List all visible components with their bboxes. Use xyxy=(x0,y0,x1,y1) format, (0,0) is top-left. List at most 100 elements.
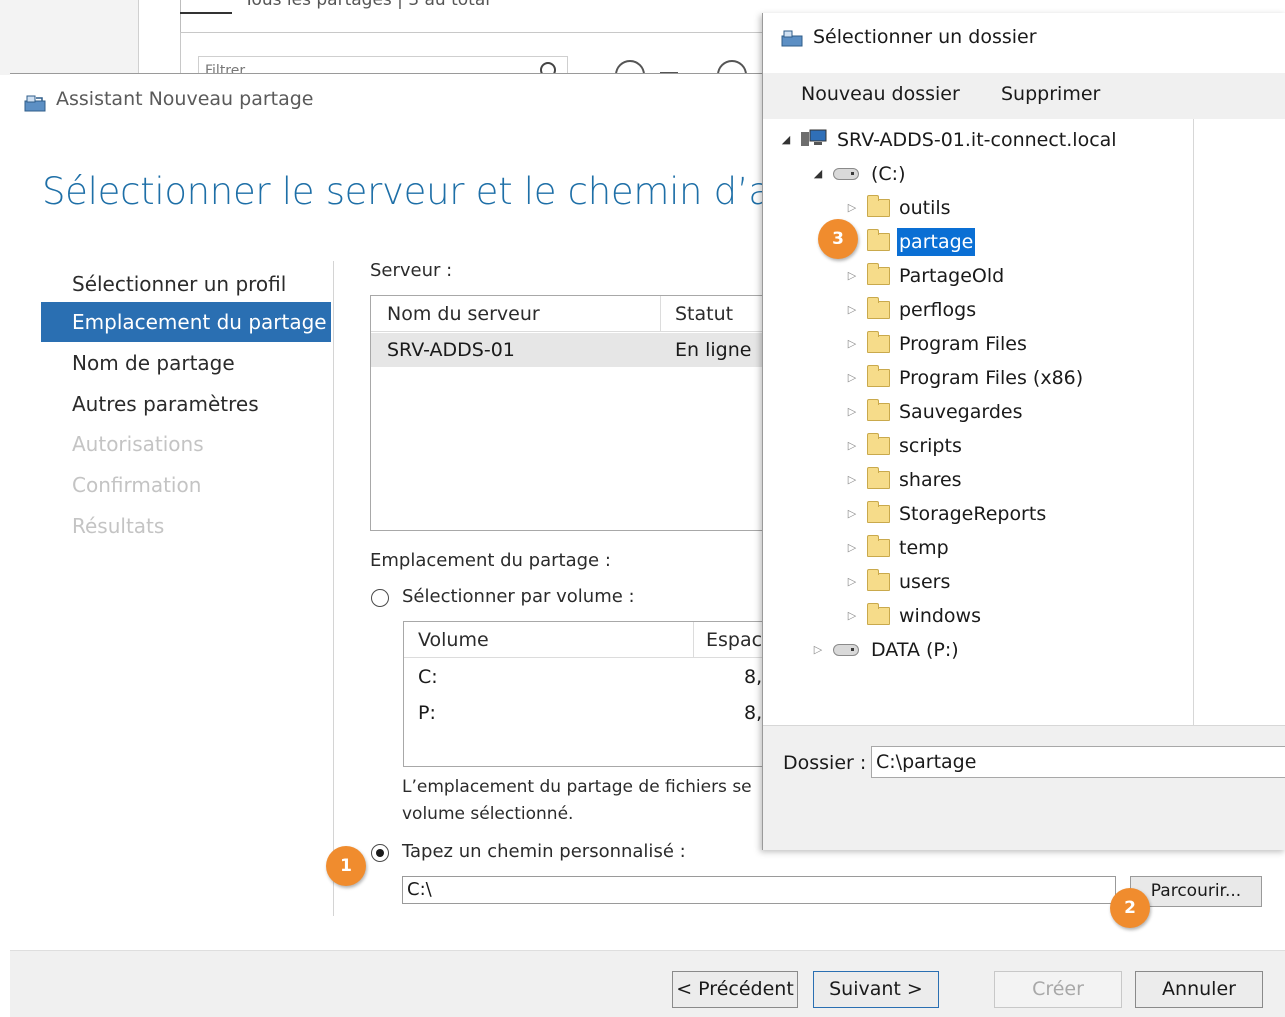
folder-label: partage xyxy=(897,228,976,256)
dialog-bottom-bar: Dossier : C:\partage xyxy=(763,725,1285,850)
dialog-toolbar: Nouveau dossier Supprimer xyxy=(763,73,1285,119)
folder-label: Program Files xyxy=(899,333,1027,355)
computer-icon xyxy=(801,129,827,146)
wizard-footer: < Précédent Suivant > Créer Annuler xyxy=(10,950,1285,1017)
share-location-label: Emplacement du partage : xyxy=(370,550,611,571)
page-title: Sélectionner le serveur et le chemin d’a… xyxy=(42,170,834,213)
expand-arrow-icon[interactable]: ▷ xyxy=(845,466,859,494)
select-folder-dialog: Sélectionner un dossier Nouveau dossier … xyxy=(762,13,1285,850)
cancel-button[interactable]: Annuler xyxy=(1135,971,1263,1008)
collapse-arrow-icon[interactable]: ◢ xyxy=(779,126,793,154)
folder-icon xyxy=(867,263,890,285)
expand-arrow-icon[interactable]: ▷ xyxy=(845,194,859,222)
folder-icon xyxy=(867,195,890,217)
folder-icon xyxy=(867,229,890,251)
server-manager-left-pane xyxy=(0,0,139,75)
nav-item-share-name[interactable]: Nom de partage xyxy=(41,343,331,383)
folder-icon xyxy=(867,535,890,557)
callout-2: 2 xyxy=(1110,888,1150,928)
radio-select-by-volume[interactable] xyxy=(371,589,389,607)
tile-header-line xyxy=(180,12,232,14)
previous-button[interactable]: < Précédent xyxy=(672,971,798,1008)
folder-label: scripts xyxy=(899,435,962,457)
expand-arrow-icon[interactable]: ▷ xyxy=(811,636,825,664)
folder-icon xyxy=(867,399,890,421)
tree-node-drive-c-label: (C:) xyxy=(871,163,906,185)
expand-arrow-icon[interactable]: ▷ xyxy=(845,568,859,596)
volume-space-cell-p: 8, xyxy=(744,702,763,724)
volume-cell-p[interactable]: P: xyxy=(404,696,436,730)
expand-arrow-icon[interactable]: ▷ xyxy=(845,364,859,392)
folder-label: StorageReports xyxy=(899,503,1047,525)
folder-label: users xyxy=(899,571,951,593)
column-header-server-name[interactable]: Nom du serveur xyxy=(371,296,661,332)
expand-arrow-icon[interactable]: ▷ xyxy=(845,534,859,562)
folder-label: temp xyxy=(899,537,949,559)
folder-icon xyxy=(867,467,890,489)
folder-tree: ◢ SRV-ADDS-01.it-connect.local ◢ (C:) ▷ o… xyxy=(763,119,1194,725)
expand-arrow-icon[interactable]: ▷ xyxy=(845,262,859,290)
expand-arrow-icon[interactable]: ▷ xyxy=(845,398,859,426)
folder-icon xyxy=(867,501,890,523)
server-label: Serveur : xyxy=(370,260,453,281)
delete-button[interactable]: Supprimer xyxy=(1001,83,1100,105)
expand-arrow-icon[interactable]: ▷ xyxy=(845,296,859,324)
volume-table: Volume Espace C: 8, P: 8, xyxy=(403,621,785,767)
folder-icon xyxy=(867,569,890,591)
radio-select-by-volume-label: Sélectionner par volume : xyxy=(402,586,635,607)
server-status-cell: En ligne xyxy=(675,339,752,361)
collapse-arrow-icon[interactable]: ◢ xyxy=(811,160,825,188)
server-name-cell: SRV-ADDS-01 xyxy=(387,339,515,361)
new-folder-button[interactable]: Nouveau dossier xyxy=(801,83,960,105)
tree-node-server-label: SRV-ADDS-01.it-connect.local xyxy=(837,129,1117,151)
custom-path-input[interactable]: C:\ xyxy=(402,876,1116,904)
volume-description: L’emplacement du partage de fichiers se … xyxy=(402,774,782,828)
folder-icon xyxy=(867,297,890,319)
folder-icon xyxy=(867,433,890,455)
nav-item-confirmation: Confirmation xyxy=(72,473,202,497)
share-wizard-icon xyxy=(24,95,46,112)
drive-icon xyxy=(833,644,859,656)
nav-item-results: Résultats xyxy=(72,514,165,538)
volume-cell-c[interactable]: C: xyxy=(404,660,438,694)
nav-item-permissions: Autorisations xyxy=(72,432,204,456)
folder-label: outils xyxy=(899,197,951,219)
volume-space-cell-c: 8, xyxy=(744,666,763,688)
expand-arrow-icon[interactable]: ▷ xyxy=(845,330,859,358)
create-button: Créer xyxy=(994,971,1122,1008)
nav-divider xyxy=(333,261,334,916)
folder-label: windows xyxy=(899,605,981,627)
wizard-window-title: Assistant Nouveau partage xyxy=(56,88,314,110)
folder-label: shares xyxy=(899,469,962,491)
radio-custom-path-label: Tapez un chemin personnalisé : xyxy=(402,841,686,862)
folder-icon xyxy=(867,365,890,387)
tree-node-drive-p-label: DATA (P:) xyxy=(871,639,959,661)
folder-label: Sauvegardes xyxy=(899,401,1023,423)
drive-icon xyxy=(833,168,859,180)
nav-item-share-location[interactable]: Emplacement du partage xyxy=(41,302,331,342)
next-button[interactable]: Suivant > xyxy=(813,971,939,1008)
volume-description-line2: volume sélectionné. xyxy=(402,804,574,824)
callout-3: 3 xyxy=(818,219,858,259)
expand-arrow-icon[interactable]: ▷ xyxy=(845,432,859,460)
dialog-title: Sélectionner un dossier xyxy=(813,26,1037,48)
callout-1: 1 xyxy=(326,846,366,886)
folder-field-label: Dossier : xyxy=(783,752,867,774)
expand-arrow-icon[interactable]: ▷ xyxy=(845,602,859,630)
nav-item-select-profile[interactable]: Sélectionner un profil xyxy=(41,264,331,304)
nav-item-other-settings[interactable]: Autres paramètres xyxy=(41,384,331,424)
expand-arrow-icon[interactable]: ▷ xyxy=(845,500,859,528)
folder-icon xyxy=(867,331,890,353)
browse-button[interactable]: Parcourir... xyxy=(1130,876,1262,907)
folder-path-input[interactable]: C:\partage xyxy=(871,746,1285,778)
radio-custom-path[interactable] xyxy=(371,844,389,862)
server-table: Nom du serveur Statut SRV-ADDS-01 En lig… xyxy=(370,295,792,531)
folder-dialog-icon xyxy=(781,30,803,47)
volume-description-line1: L’emplacement du partage de fichiers se xyxy=(402,777,752,797)
folder-label: Program Files (x86) xyxy=(899,367,1084,389)
folder-label: PartageOld xyxy=(899,265,1005,287)
folder-label: perflogs xyxy=(899,299,977,321)
column-header-volume[interactable]: Volume xyxy=(404,622,694,658)
folder-icon xyxy=(867,603,890,625)
shares-tile-title: Tous les partages | 3 au total xyxy=(244,0,490,10)
